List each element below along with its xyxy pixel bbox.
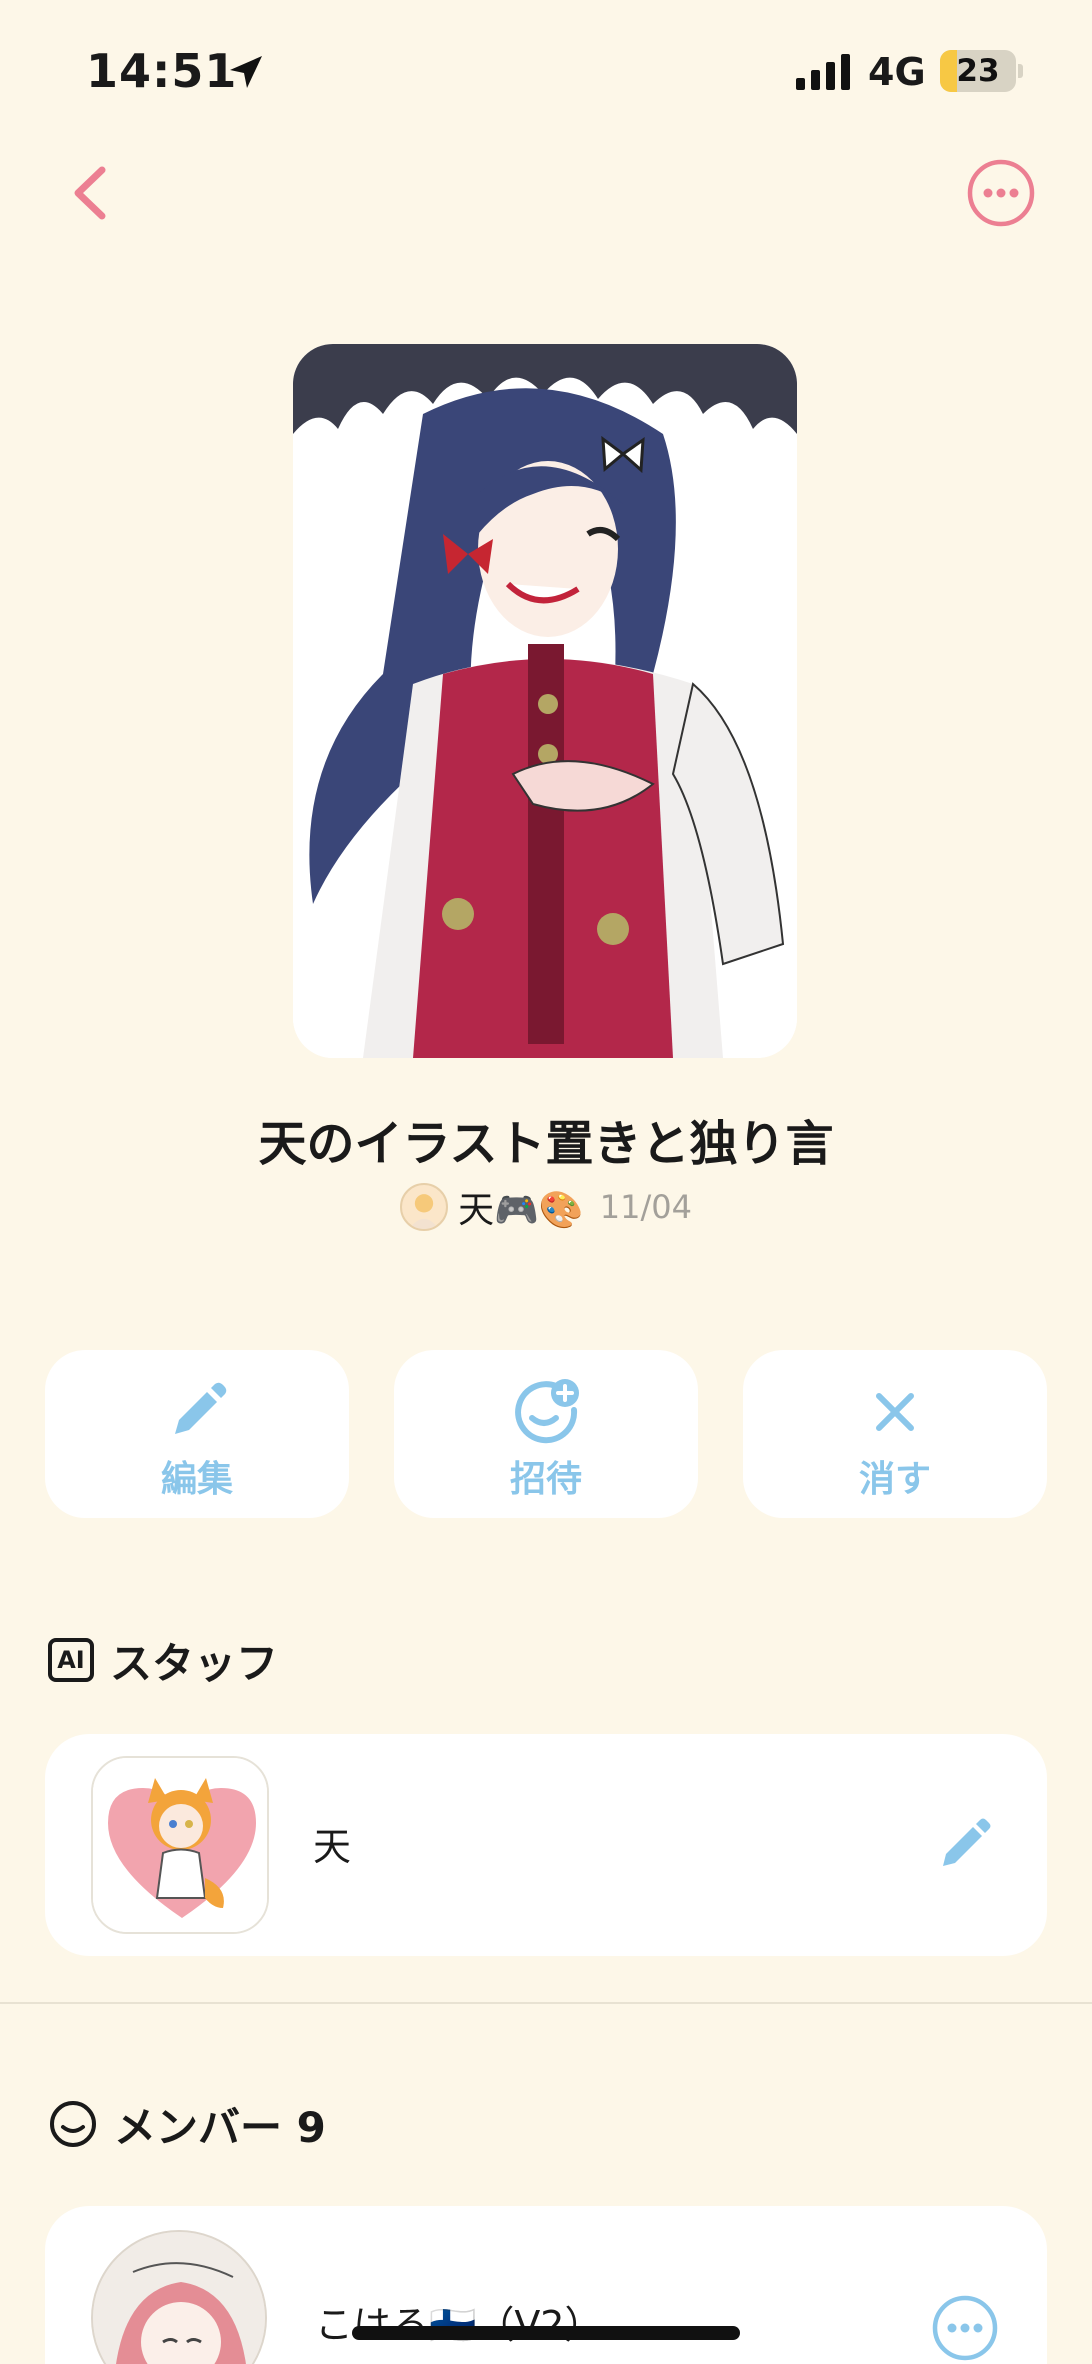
battery-tip <box>1018 64 1023 78</box>
section-divider <box>0 2002 1092 2004</box>
status-bar: 14:51 4G 23 <box>0 0 1092 140</box>
members-heading: メンバー 9 <box>114 2102 326 2152</box>
action-buttons: 編集 招待 消す <box>45 1350 1047 1518</box>
delete-button[interactable]: 消す <box>743 1350 1047 1518</box>
edit-button[interactable]: 編集 <box>45 1350 349 1518</box>
invite-label: 招待 <box>509 1459 582 1500</box>
member-name: こはる🇫🇮（V2） <box>315 2303 603 2347</box>
ai-badge-icon: AI <box>48 1638 94 1682</box>
owner-avatar[interactable] <box>400 1183 449 1231</box>
group-meta: 天🎮🎨 11/04 <box>0 1180 1092 1234</box>
edit-label: 編集 <box>160 1459 233 1500</box>
delete-label: 消す <box>858 1459 931 1500</box>
members-section-header: メンバー 9 <box>48 2094 326 2154</box>
location-arrow-icon <box>230 56 262 88</box>
home-indicator[interactable] <box>352 2326 740 2340</box>
network-type: 4G <box>868 50 926 94</box>
more-options-button[interactable] <box>966 158 1036 228</box>
staff-heading: スタッフ <box>110 1638 279 1688</box>
group-date: 11/04 <box>599 1188 692 1226</box>
cellular-signal-icon <box>796 54 850 90</box>
add-person-icon <box>515 1379 579 1444</box>
staff-name: 天 <box>313 1825 352 1869</box>
staff-list-item[interactable]: 天 <box>45 1734 1047 1956</box>
member-more-button[interactable] <box>931 2294 999 2362</box>
smile-icon <box>50 2101 96 2147</box>
pencil-icon <box>175 1382 227 1434</box>
status-time: 14:51 <box>86 44 238 98</box>
close-icon <box>876 1393 914 1431</box>
owner-name[interactable]: 天🎮🎨 <box>458 1181 584 1233</box>
member-list-item[interactable]: こはる🇫🇮（V2） <box>45 2206 1047 2364</box>
back-button[interactable] <box>62 160 122 226</box>
invite-button[interactable]: 招待 <box>394 1350 698 1518</box>
group-title: 天のイラスト置きと独り言 <box>258 1116 834 1172</box>
battery-percent: 23 <box>956 53 1000 89</box>
battery-icon: 23 <box>940 50 1016 92</box>
staff-section-header: AI スタッフ <box>48 1630 278 1690</box>
edit-staff-button[interactable] <box>935 1814 995 1874</box>
member-avatar <box>91 2230 267 2364</box>
staff-avatar <box>91 1756 269 1934</box>
group-cover-image <box>293 344 797 1058</box>
